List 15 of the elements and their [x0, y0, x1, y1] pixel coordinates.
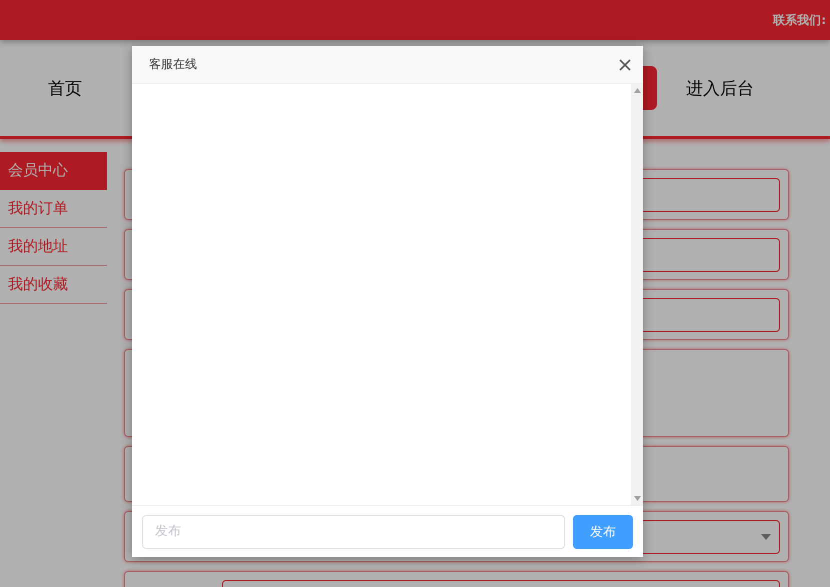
scroll-up-icon[interactable] — [634, 88, 640, 93]
close-button[interactable] — [619, 58, 631, 70]
sidebar-item[interactable]: 会员中心 — [0, 152, 107, 190]
message-input[interactable]: 发布 — [142, 514, 565, 548]
send-button[interactable]: 发布 — [573, 514, 633, 548]
contact-label: 联系我们: — [773, 12, 826, 28]
sidebar-item[interactable]: 我的收藏 — [0, 266, 107, 304]
scrollbar[interactable] — [631, 84, 643, 505]
dialog-title: 客服在线 — [149, 56, 197, 73]
scroll-down-icon[interactable] — [634, 496, 640, 501]
sidebar-item[interactable]: 我的地址 — [0, 228, 107, 266]
sidebar-item[interactable]: 我的订单 — [0, 190, 107, 228]
nav-link[interactable]: 进入后台 — [686, 76, 754, 100]
caret-icon — [761, 534, 771, 540]
nav-link[interactable]: 首页 — [48, 76, 82, 100]
